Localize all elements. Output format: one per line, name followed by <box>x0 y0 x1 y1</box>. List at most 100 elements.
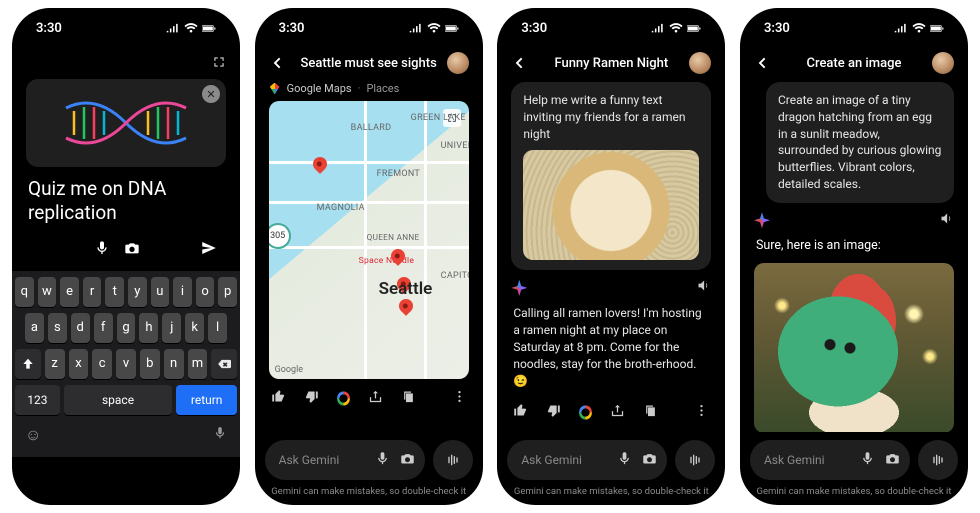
more-icon[interactable] <box>452 389 467 408</box>
map-pin[interactable] <box>396 296 416 316</box>
status-time: 3:30 <box>521 21 547 36</box>
status-icons <box>409 23 459 34</box>
key-v[interactable]: v <box>116 349 136 379</box>
copy-icon[interactable] <box>643 403 658 422</box>
thumbs-down-icon[interactable] <box>304 389 319 408</box>
key-b[interactable]: b <box>140 349 160 379</box>
page-title: Funny Ramen Night <box>541 56 681 71</box>
keyboard[interactable]: q w e r t y u i o p a s d f g h j k l z … <box>12 271 240 457</box>
key-z[interactable]: z <box>45 349 65 379</box>
key-f[interactable]: f <box>94 313 113 343</box>
ask-input[interactable]: Ask Gemini <box>507 440 667 480</box>
user-message: Help me write a funny text inviting my f… <box>511 82 711 270</box>
share-icon[interactable] <box>368 389 383 408</box>
speaker-icon[interactable] <box>939 211 954 230</box>
map-pin[interactable] <box>310 154 330 174</box>
key-n[interactable]: n <box>164 349 184 379</box>
key-r[interactable]: r <box>83 277 102 307</box>
key-m[interactable]: m <box>188 349 208 379</box>
camera-icon[interactable] <box>124 240 140 260</box>
mic-icon[interactable] <box>860 451 875 469</box>
avatar[interactable] <box>932 52 954 74</box>
key-i[interactable]: i <box>173 277 192 307</box>
key-123[interactable]: 123 <box>15 385 60 415</box>
key-backspace[interactable] <box>211 349 237 379</box>
key-l[interactable]: l <box>208 313 227 343</box>
key-s[interactable]: s <box>48 313 67 343</box>
ramen-image[interactable] <box>523 150 699 260</box>
camera-icon[interactable] <box>885 451 900 469</box>
key-space[interactable]: space <box>64 385 173 415</box>
copy-icon[interactable] <box>401 389 416 408</box>
key-d[interactable]: d <box>71 313 90 343</box>
prompt-text[interactable]: Quiz me on DNA replication <box>12 177 240 233</box>
share-icon[interactable] <box>610 403 625 422</box>
back-icon[interactable] <box>754 55 776 71</box>
key-shift[interactable] <box>15 349 41 379</box>
key-u[interactable]: u <box>151 277 170 307</box>
signal-icon <box>894 23 908 34</box>
map-card[interactable]: BALLARD FREMONT MAGNOLIA QUEEN ANNE CAPI… <box>269 101 469 379</box>
key-q[interactable]: q <box>15 277 34 307</box>
ask-input[interactable]: Ask Gemini <box>265 440 425 480</box>
avatar[interactable] <box>689 52 711 74</box>
key-a[interactable]: a <box>25 313 44 343</box>
ask-placeholder: Ask Gemini <box>764 453 850 467</box>
avatar[interactable] <box>447 52 469 74</box>
thumbs-up-icon[interactable] <box>271 389 286 408</box>
live-button[interactable] <box>433 440 473 480</box>
key-o[interactable]: o <box>196 277 215 307</box>
live-button[interactable] <box>675 440 715 480</box>
send-icon[interactable] <box>200 239 218 261</box>
source-label: Google Maps · Places <box>269 82 469 95</box>
key-y[interactable]: y <box>128 277 147 307</box>
mic-icon[interactable] <box>94 240 110 260</box>
signal-icon <box>409 23 423 34</box>
status-bar: 3:30 <box>740 8 968 48</box>
assistant-reply: Sure, here is an image: <box>754 238 954 257</box>
key-p[interactable]: p <box>218 277 237 307</box>
key-k[interactable]: k <box>185 313 204 343</box>
key-c[interactable]: c <box>92 349 112 379</box>
back-icon[interactable] <box>269 55 291 71</box>
key-h[interactable]: h <box>139 313 158 343</box>
battery-icon <box>202 23 216 34</box>
google-search-icon[interactable] <box>579 405 592 420</box>
mic-icon[interactable] <box>617 451 632 469</box>
key-x[interactable]: x <box>69 349 89 379</box>
expand-icon[interactable] <box>212 54 226 73</box>
camera-icon[interactable] <box>642 451 657 469</box>
status-time: 3:30 <box>279 21 305 36</box>
mic-icon[interactable] <box>375 451 390 469</box>
back-icon[interactable] <box>511 55 533 71</box>
maps-pin-icon <box>269 83 281 95</box>
dictation-icon[interactable] <box>213 425 227 445</box>
key-return[interactable]: return <box>176 385 237 415</box>
emoji-icon[interactable]: ☺ <box>25 425 41 445</box>
live-button[interactable] <box>918 440 958 480</box>
ask-input[interactable]: Ask Gemini <box>750 440 910 480</box>
status-time: 3:30 <box>36 21 62 36</box>
more-icon[interactable] <box>694 403 709 422</box>
key-j[interactable]: j <box>162 313 181 343</box>
hood-magnolia: MAGNOLIA <box>317 203 365 213</box>
user-message: Create an image of a tiny dragon hatchin… <box>766 82 954 203</box>
key-g[interactable]: g <box>117 313 136 343</box>
source-kind: Places <box>366 82 399 95</box>
generated-image[interactable] <box>754 263 954 432</box>
speaker-icon[interactable] <box>696 278 711 297</box>
key-t[interactable]: t <box>105 277 124 307</box>
thumbs-up-icon[interactable] <box>513 403 528 422</box>
close-icon[interactable]: ✕ <box>202 85 220 103</box>
hood-greenlake: GREEN LAKE <box>411 113 466 123</box>
camera-icon[interactable] <box>400 451 415 469</box>
key-w[interactable]: w <box>38 277 57 307</box>
battery-icon <box>687 23 701 34</box>
google-search-icon[interactable] <box>337 391 350 406</box>
wifi-icon <box>427 23 441 34</box>
wifi-icon <box>669 23 683 34</box>
thumbs-down-icon[interactable] <box>546 403 561 422</box>
key-e[interactable]: e <box>60 277 79 307</box>
dna-attachment-card[interactable]: ✕ <box>26 79 226 167</box>
google-logo: Google <box>275 365 303 375</box>
